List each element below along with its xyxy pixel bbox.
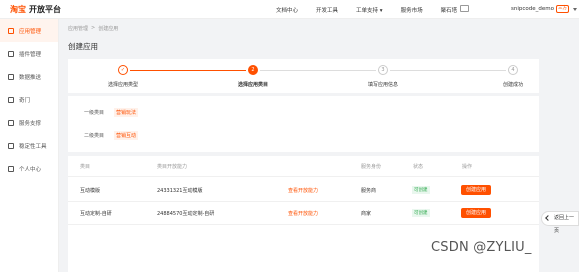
step-number: 4: [508, 65, 518, 75]
user-menu[interactable]: snipcode_demo 三方: [511, 5, 577, 13]
sidebar-item-label: 数据推送: [19, 74, 42, 81]
check-icon: ✓: [118, 65, 128, 75]
table-header-ability: 类目开放能力: [157, 164, 188, 170]
topnav-jushita[interactable]: 聚石塔: [441, 6, 458, 14]
table-cell-role: 商家: [361, 211, 372, 217]
topnav-ticket-label: 工单支持: [356, 7, 379, 14]
data-icon: [8, 73, 14, 80]
logo-mark: 淘宝: [10, 4, 26, 14]
category-level-2: 二级类目 营销互动: [84, 131, 139, 140]
table-header-status: 状态: [413, 164, 424, 170]
table-cell-ability: 24884570互动定制-自研: [157, 211, 215, 217]
sidebar-item-profile[interactable]: 个人中心: [0, 157, 58, 180]
top-bar: 淘宝 开放平台 文档中心 开发工具 工单支持 ▾ 服务市场 聚石塔 snipco…: [0, 0, 579, 19]
sidebar-item-label: 应用管理: [19, 28, 42, 35]
watermark: CSDN @ZYLIU_: [431, 240, 532, 255]
step-4: 4 创建成功: [473, 63, 553, 88]
user-icon: [8, 165, 14, 172]
table-cell-category: 互动定制-自研: [80, 211, 112, 217]
table-cell-role: 服务商: [361, 188, 377, 194]
category-tag[interactable]: 营销玩法: [114, 108, 139, 117]
row-divider: [68, 224, 539, 225]
create-app-button[interactable]: 创建应用: [461, 185, 491, 195]
sidebar-item-plugin[interactable]: 插件管理: [0, 42, 58, 65]
breadcrumb-app[interactable]: 应用管理: [68, 25, 88, 32]
page-title: 创建应用: [68, 42, 98, 51]
step-2: 2 选择应用类目: [213, 63, 293, 88]
row-divider: [68, 201, 539, 202]
user-badge: 三方: [555, 5, 569, 13]
tool-icon: [8, 142, 14, 149]
sidebar-item-tools[interactable]: 稳定性工具: [0, 134, 58, 157]
category-label: 二级类目: [84, 133, 105, 139]
table-header-action: 操作: [462, 164, 473, 170]
message-icon[interactable]: [460, 5, 469, 12]
logo[interactable]: 淘宝 开放平台: [10, 4, 61, 15]
sidebar-item-label: 服务支撑: [19, 120, 42, 127]
sidebar-item-label: 个人中心: [19, 166, 42, 173]
qimen-icon: [8, 96, 14, 103]
table-header-category: 类目: [80, 164, 91, 170]
sidebar-item-qimen[interactable]: 奇门: [0, 88, 58, 111]
sidebar-item-data[interactable]: 数据推送: [0, 65, 58, 88]
category-panel: [68, 96, 539, 152]
view-ability-link[interactable]: 查看开放能力: [288, 210, 318, 217]
category-label: 一级类目: [84, 110, 105, 116]
step-label: 填写应用信息: [367, 82, 398, 88]
table-cell-ability: 24331321互动模版: [157, 188, 203, 194]
breadcrumb: 应用管理 > 创建应用: [68, 25, 118, 32]
sidebar: 应用管理 插件管理 数据推送 奇门 服务支撑 稳定性工具 个人中心: [0, 19, 59, 272]
breadcrumb-sep: >: [91, 25, 96, 31]
step-3: 3 填写应用信息: [343, 63, 423, 88]
app-icon: [8, 27, 14, 34]
category-level-1: 一级类目 营销玩法: [84, 108, 139, 117]
topnav-market[interactable]: 服务市场: [401, 6, 423, 14]
sidebar-item-label: 插件管理: [19, 51, 42, 58]
step-indicator: ✓ 选择应用类型 2 选择应用类目 3 填写应用信息 4 创建成功: [68, 63, 539, 93]
breadcrumb-current: 创建应用: [98, 26, 119, 32]
top-nav: 文档中心 开发工具 工单支持 ▾ 服务市场 聚石塔: [276, 0, 457, 19]
step-1: ✓ 选择应用类型: [83, 63, 163, 88]
table-header-role: 服务身份: [361, 164, 382, 170]
row-divider: [68, 176, 539, 177]
user-name: snipcode_demo: [511, 6, 554, 12]
step-label: 选择应用类目: [237, 82, 268, 88]
step-number: 3: [378, 65, 388, 75]
back-button[interactable]: 返回上一页: [541, 211, 579, 234]
support-icon: [8, 119, 14, 126]
topnav-ticket[interactable]: 工单支持 ▾: [356, 6, 383, 14]
topnav-docs[interactable]: 文档中心: [276, 6, 298, 14]
chevron-down-icon: [572, 7, 577, 11]
status-badge: 可创建: [412, 209, 430, 217]
category-tag[interactable]: 营销互动: [114, 131, 139, 140]
sidebar-item-app[interactable]: 应用管理: [0, 19, 58, 42]
step-label: 选择应用类型: [107, 82, 138, 88]
table-cell-category: 互动模版: [80, 188, 101, 194]
sidebar-item-label: 奇门: [19, 97, 31, 104]
view-ability-link[interactable]: 查看开放能力: [288, 187, 318, 194]
sidebar-item-support[interactable]: 服务支撑: [0, 111, 58, 134]
step-number: 2: [248, 65, 258, 75]
sidebar-item-label: 稳定性工具: [19, 143, 47, 150]
step-label: 创建成功: [502, 82, 523, 88]
logo-text: 开放平台: [29, 4, 61, 14]
create-app-button[interactable]: 创建应用: [461, 208, 491, 218]
status-badge: 可创建: [412, 186, 430, 194]
topnav-devtools[interactable]: 开发工具: [316, 6, 338, 14]
plugin-icon: [8, 50, 14, 57]
